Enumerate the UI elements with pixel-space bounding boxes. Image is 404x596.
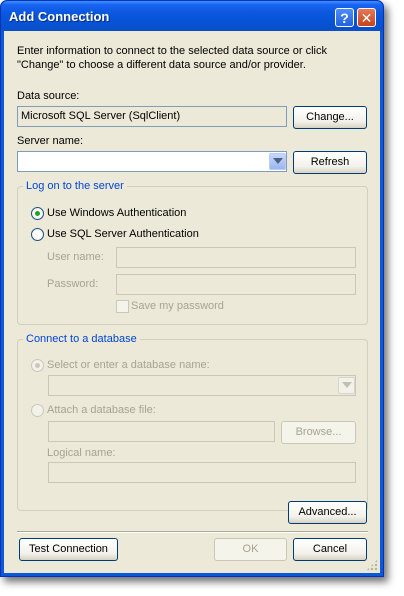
cancel-button[interactable]: Cancel: [293, 538, 367, 561]
attach-file-field[interactable]: [48, 421, 275, 442]
data-source-field: Microsoft SQL Server (SqlClient): [17, 106, 287, 127]
select-database-radio[interactable]: [31, 359, 44, 372]
chevron-down-icon: [273, 158, 283, 164]
password-label: Password:: [47, 278, 99, 290]
window-title: Add Connection: [9, 9, 110, 24]
save-password-checkbox[interactable]: [116, 300, 129, 313]
server-name-combobox[interactable]: [17, 151, 287, 172]
help-button[interactable]: ?: [335, 8, 354, 27]
ok-button[interactable]: OK: [214, 538, 287, 561]
add-connection-dialog: Add Connection ? ✕ Enter information to …: [0, 0, 384, 577]
refresh-button[interactable]: Refresh: [293, 151, 367, 174]
password-field[interactable]: [116, 274, 356, 295]
sql-auth-label[interactable]: Use SQL Server Authentication: [47, 228, 199, 240]
select-database-label: Select or enter a database name:: [47, 359, 210, 371]
close-icon: ✕: [360, 10, 373, 26]
dialog-body: Enter information to connect to the sele…: [4, 31, 380, 573]
advanced-button[interactable]: Advanced...: [288, 501, 367, 524]
data-source-label: Data source:: [17, 90, 80, 102]
logon-group-legend: Log on to the server: [23, 180, 127, 192]
server-dropdown-button[interactable]: [269, 153, 286, 170]
resize-grip-icon[interactable]: [366, 559, 378, 571]
intro-text: Enter information to connect to the sele…: [17, 45, 327, 71]
attach-file-radio[interactable]: [31, 404, 44, 417]
server-name-label: Server name:: [17, 135, 84, 147]
close-button[interactable]: ✕: [357, 8, 376, 27]
attach-file-label: Attach a database file:: [47, 404, 156, 416]
database-dropdown-button[interactable]: [338, 377, 355, 394]
database-group-legend: Connect to a database: [23, 333, 140, 345]
test-connection-button[interactable]: Test Connection: [19, 538, 118, 561]
change-button[interactable]: Change...: [293, 106, 367, 129]
user-name-label: User name:: [47, 251, 104, 263]
windows-auth-radio[interactable]: [31, 207, 44, 220]
help-icon: ?: [340, 10, 349, 26]
database-name-combobox[interactable]: [48, 375, 356, 396]
logical-name-label: Logical name:: [47, 447, 116, 459]
user-name-field[interactable]: [116, 247, 356, 268]
windows-auth-label[interactable]: Use Windows Authentication: [47, 207, 186, 219]
save-password-label: Save my password: [131, 300, 224, 312]
logical-name-field[interactable]: [48, 462, 356, 483]
browse-button[interactable]: Browse...: [281, 421, 356, 444]
title-bar[interactable]: Add Connection ? ✕: [1, 1, 383, 31]
chevron-down-icon: [342, 382, 352, 388]
separator: [17, 531, 368, 533]
sql-auth-radio[interactable]: [31, 228, 44, 241]
